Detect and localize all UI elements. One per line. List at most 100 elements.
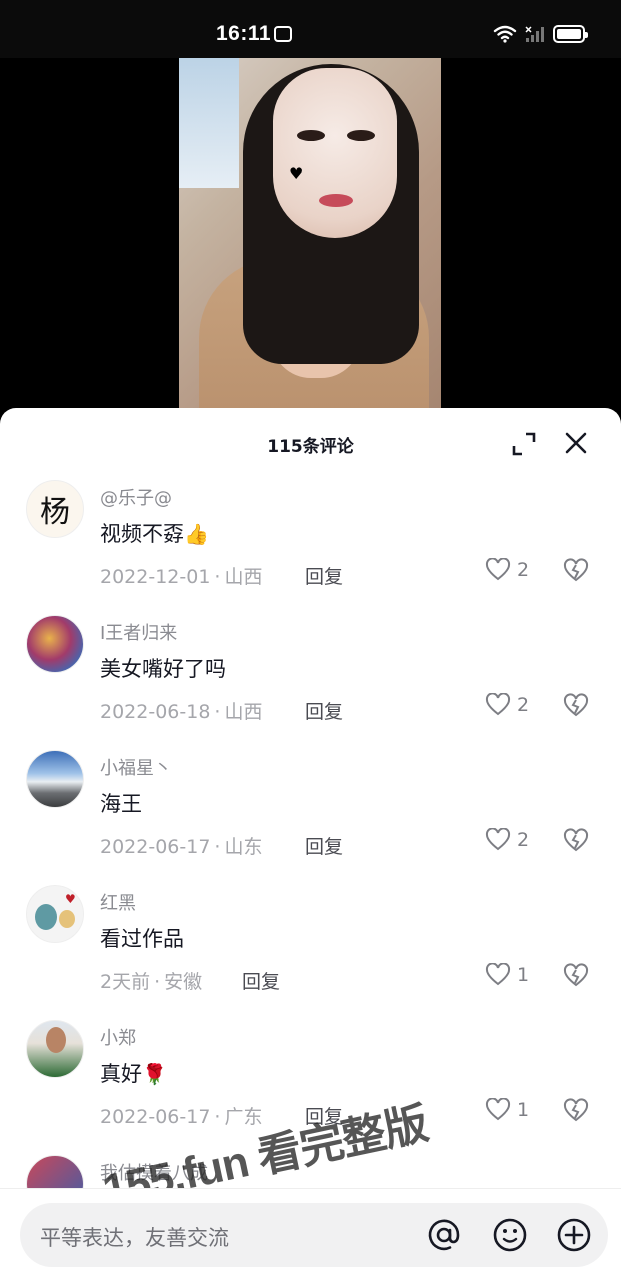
avatar-logo-text: 杨 xyxy=(40,495,70,530)
comment-text: 真好🌹 xyxy=(100,1058,167,1088)
avatar[interactable]: ♥ xyxy=(26,885,84,943)
status-bar: 16:11 xyxy=(0,0,621,58)
meta-separator: · xyxy=(214,566,221,588)
meta-separator: · xyxy=(214,701,221,723)
like-count: 2 xyxy=(517,829,530,851)
avatar-figure-2 xyxy=(59,910,75,928)
comment-author[interactable]: 我估摸着八成 xyxy=(100,1159,208,1185)
wifi-icon xyxy=(493,25,517,43)
sheet-header: 115条评论 xyxy=(0,408,621,480)
avatar[interactable]: 杨 xyxy=(26,480,84,538)
comment-input-placeholder: 平等表达，友善交流 xyxy=(40,1226,229,1250)
comment-text: 美女嘴好了吗 xyxy=(100,657,226,681)
comment-author[interactable]: I王者归来 xyxy=(100,619,177,645)
comment-item: 我估摸着八成 xyxy=(0,1149,621,1190)
thumbs-up-emoji: 👍 xyxy=(184,522,209,546)
like-count: 1 xyxy=(517,964,530,986)
comment-item: ♥ 红黑 看过作品 2天前 · 安徽 回复 1 xyxy=(0,879,621,1014)
comment-author[interactable]: 红黑 xyxy=(100,889,136,915)
comment-location: 山东 xyxy=(224,836,263,858)
status-indicators xyxy=(493,24,588,44)
comment-meta: 2022-12-01 · 山西 xyxy=(100,562,262,589)
add-icon[interactable] xyxy=(556,1217,592,1253)
video-frame[interactable]: ♥ xyxy=(179,58,441,418)
video-person-face: ♥ xyxy=(273,68,397,238)
dislike-icon[interactable] xyxy=(563,558,589,584)
comment-text-body: 真好 xyxy=(100,1062,142,1086)
reply-button[interactable]: 回复 xyxy=(305,562,343,589)
heart-icon xyxy=(485,558,511,581)
avatar[interactable] xyxy=(26,750,84,808)
status-time: 16:11 xyxy=(216,22,272,45)
comment-sheet: 115条评论 杨 @乐子@ 视频不孬👍 2022-12-01 · 山西 回复 2 I… xyxy=(0,408,621,1280)
comment-meta: 2022-06-18 · 山西 xyxy=(100,697,262,724)
reply-button[interactable]: 回复 xyxy=(305,697,343,724)
video-player[interactable]: ♥ xyxy=(0,58,621,418)
like-count: 1 xyxy=(517,1099,530,1121)
comment-date: 2022-06-17 xyxy=(100,1106,211,1128)
heart-icon xyxy=(485,693,511,716)
rose-emoji: 🌹 xyxy=(142,1062,167,1086)
like-count: 2 xyxy=(517,559,530,581)
comment-date: 2022-06-18 xyxy=(100,701,211,723)
signal-icon xyxy=(525,26,544,42)
dislike-icon[interactable] xyxy=(563,693,589,719)
avatar-figure-1 xyxy=(35,904,57,930)
avatar-person xyxy=(46,1027,66,1053)
comment-meta: 2天前 · 安徽 xyxy=(100,967,202,994)
comment-date: 2022-12-01 xyxy=(100,566,211,588)
comment-item: 小郑 真好🌹 2022-06-17 · 广东 回复 1 xyxy=(0,1014,621,1149)
reply-button[interactable]: 回复 xyxy=(242,967,280,994)
heart-icon xyxy=(485,828,511,851)
mention-icon[interactable] xyxy=(426,1217,462,1253)
reply-button[interactable]: 回复 xyxy=(305,832,343,859)
comment-meta: 2022-06-17 · 山东 xyxy=(100,832,262,859)
like-button[interactable]: 1 xyxy=(485,1098,529,1122)
comment-list[interactable]: 杨 @乐子@ 视频不孬👍 2022-12-01 · 山西 回复 2 I王者归来 美女… xyxy=(0,474,621,1190)
comment-date: 2022-06-17 xyxy=(100,836,211,858)
comment-text: 看过作品 xyxy=(100,927,184,951)
comment-location: 安徽 xyxy=(164,971,203,993)
notification-app-icon xyxy=(274,26,292,42)
comment-text-body: 视频不孬 xyxy=(100,522,184,546)
comment-location: 山西 xyxy=(224,701,263,723)
meta-separator: · xyxy=(154,971,161,993)
comment-item: 杨 @乐子@ 视频不孬👍 2022-12-01 · 山西 回复 2 xyxy=(0,474,621,609)
comment-date: 2天前 xyxy=(100,971,151,993)
comment-author[interactable]: 小福星丶 xyxy=(100,754,172,780)
dislike-icon[interactable] xyxy=(563,1098,589,1124)
heart-icon: ♥ xyxy=(65,892,76,906)
dislike-icon[interactable] xyxy=(563,963,589,989)
video-person-right-eye xyxy=(347,130,375,141)
like-button[interactable]: 1 xyxy=(485,963,529,987)
comment-location: 广东 xyxy=(224,1106,263,1128)
like-count: 2 xyxy=(517,694,530,716)
comment-input[interactable]: 平等表达，友善交流 xyxy=(20,1203,608,1267)
battery-icon xyxy=(553,25,588,43)
avatar[interactable] xyxy=(26,615,84,673)
reply-button[interactable]: 回复 xyxy=(305,1102,343,1129)
video-person-lips xyxy=(319,194,353,207)
emoji-icon[interactable] xyxy=(492,1217,528,1253)
comment-item: I王者归来 美女嘴好了吗 2022-06-18 · 山西 回复 2 xyxy=(0,609,621,744)
like-button[interactable]: 2 xyxy=(485,558,529,582)
heart-icon xyxy=(485,1098,511,1121)
expand-icon[interactable] xyxy=(510,430,538,458)
close-icon[interactable] xyxy=(561,428,591,458)
video-person-left-eye xyxy=(297,130,325,141)
dislike-icon[interactable] xyxy=(563,828,589,854)
like-button[interactable]: 2 xyxy=(485,693,529,717)
avatar[interactable] xyxy=(26,1155,84,1190)
comment-meta: 2022-06-17 · 广东 xyxy=(100,1102,262,1129)
meta-separator: · xyxy=(214,836,221,858)
heart-sticker-icon: ♥ xyxy=(289,164,304,183)
heart-icon xyxy=(485,963,511,986)
comment-author[interactable]: 小郑 xyxy=(100,1024,136,1050)
like-button[interactable]: 2 xyxy=(485,828,529,852)
comment-item: 小福星丶 海王 2022-06-17 · 山东 回复 2 xyxy=(0,744,621,879)
avatar[interactable] xyxy=(26,1020,84,1078)
comment-text: 海王 xyxy=(100,792,142,816)
comment-input-bar: 平等表达，友善交流 xyxy=(0,1188,621,1280)
comment-author[interactable]: @乐子@ xyxy=(100,484,172,510)
meta-separator: · xyxy=(214,1106,221,1128)
